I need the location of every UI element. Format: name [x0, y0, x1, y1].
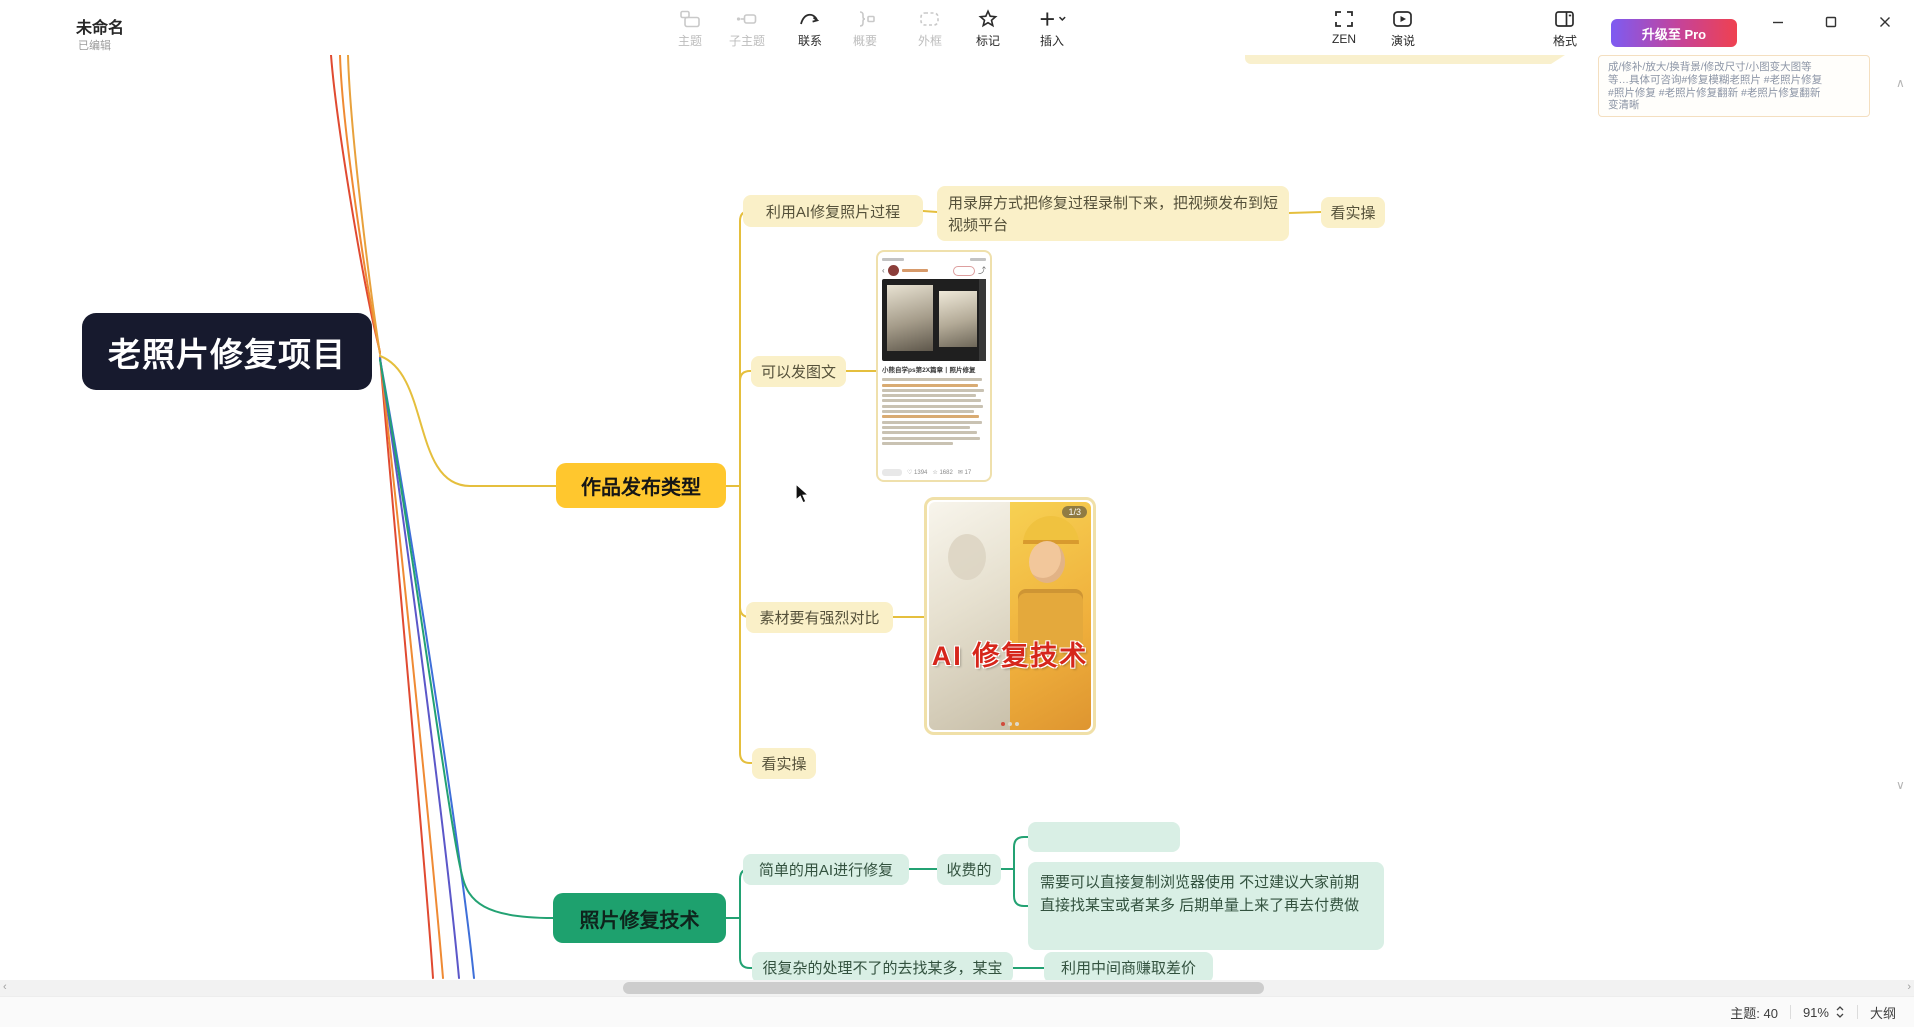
- attached-post-screenshot-image[interactable]: ‹ ⤴ 小熊自学ps第2X篇章丨照片修复 ♡ 1394 ☆ 1682 ✉ 17: [876, 250, 992, 482]
- follow-button: [953, 266, 975, 276]
- topic-middleman-node[interactable]: 利用中间商赚取差价: [1044, 952, 1213, 983]
- topic-advice-node[interactable]: 需要可以直接复制浏览器使用 不过建议大家前期直接找某宝或者某多 后期单量上来了再…: [1028, 862, 1384, 950]
- note-line: #照片修复 #老照片修复翻新 #老照片修复翻新: [1608, 87, 1860, 100]
- relationship-arrow-icon: [795, 7, 825, 30]
- toolbar-present-button[interactable]: 演说: [1374, 7, 1432, 49]
- editor-toolbar-strip: [979, 279, 986, 361]
- zoom-stepper-icon[interactable]: [1835, 1004, 1845, 1020]
- divider: [1857, 1005, 1858, 1019]
- horizontal-scrollbar[interactable]: ‹ ›: [0, 980, 1914, 996]
- status-bar: 主题: 40 91% 大纲: [0, 996, 1914, 1027]
- like-count: ♡ 1394: [907, 469, 927, 476]
- toolbar-relationship-button[interactable]: 联系: [781, 7, 839, 49]
- post-body-text: [882, 376, 986, 467]
- star-count: ☆ 1682: [932, 469, 952, 476]
- empty-topic-node[interactable]: [1028, 822, 1180, 852]
- title-bar: 未命名 已编辑 主题 子主题 联系: [0, 0, 1914, 55]
- upgrade-pro-button[interactable]: 升级至 Pro: [1611, 19, 1737, 47]
- zoom-level[interactable]: 91%: [1803, 1005, 1829, 1020]
- scroll-left-arrow[interactable]: ‹: [3, 981, 7, 993]
- toolbar-boundary-button[interactable]: 外框: [901, 7, 959, 49]
- insert-plus-icon: [1037, 7, 1067, 30]
- topic-simple-ai-node[interactable]: 简单的用AI进行修复: [743, 854, 909, 885]
- portrait-after: [939, 291, 977, 347]
- horizontal-scrollbar-thumb[interactable]: [623, 982, 1264, 994]
- topic-watch-demo-bottom-node[interactable]: 看实操: [752, 748, 816, 779]
- subtopic-icon: [732, 7, 762, 30]
- post-title: 小熊自学ps第2X篇章丨照片修复: [882, 364, 986, 374]
- topic-complex-outsource-node[interactable]: 很复杂的处理不了的去找某多，某宝: [752, 952, 1013, 983]
- post-header: ‹ ⤴: [882, 263, 986, 278]
- avatar: [888, 265, 899, 276]
- back-icon: ‹: [882, 266, 885, 275]
- scroll-down-arrow[interactable]: ∨: [1896, 778, 1905, 792]
- toolbar-subtopic-button[interactable]: 子主题: [718, 7, 776, 49]
- note-topic[interactable]: 成/修补/放大/换背景/修改尺寸/小图变大图等 等…具体可咨询#修复模糊老照片 …: [1598, 55, 1870, 117]
- scroll-right-arrow[interactable]: ›: [1907, 981, 1911, 993]
- phone-status-bar: [882, 256, 986, 263]
- document-title: 未命名: [76, 14, 124, 38]
- branch-repair-tech-node[interactable]: 照片修复技术: [553, 893, 726, 943]
- photo-after-half: [1010, 502, 1091, 730]
- minimize-button[interactable]: [1763, 10, 1793, 34]
- boundary-frame-icon: [915, 7, 945, 30]
- topic-contrast-node[interactable]: 素材要有强烈对比: [746, 602, 893, 633]
- branch-publish-type-node[interactable]: 作品发布类型: [556, 463, 726, 508]
- hat-shape: [1023, 516, 1079, 544]
- toolbar-topic-button[interactable]: 主题: [661, 7, 719, 49]
- topic-icon: [675, 7, 705, 30]
- topic-ai-process-node[interactable]: 利用AI修复照片过程: [743, 195, 923, 227]
- image-caption-text: AI 修复技术: [929, 634, 1091, 673]
- format-panel-icon: [1550, 7, 1580, 30]
- mouse-cursor: [795, 483, 813, 512]
- scroll-up-arrow[interactable]: ∧: [1896, 76, 1905, 90]
- post-engagement-bar: ♡ 1394 ☆ 1682 ✉ 17: [882, 467, 986, 478]
- zen-mode-icon: [1329, 7, 1359, 30]
- note-line: 等…具体可咨询#修复模糊老照片 #老照片修复: [1608, 74, 1860, 87]
- comment-input-pill: [882, 469, 902, 476]
- comment-count: ✉ 17: [958, 469, 971, 476]
- share-icon: ⤴: [978, 265, 986, 276]
- summary-brace-icon: [850, 7, 880, 30]
- toolbar-marker-button[interactable]: 标记: [959, 7, 1017, 49]
- faded-face-shape: [948, 534, 986, 580]
- username-bar: [902, 269, 928, 272]
- topic-record-screen-node[interactable]: 用录屏方式把修复过程录制下来，把视频发布到短视频平台: [937, 186, 1289, 241]
- topic-watch-demo-top-node[interactable]: 看实操: [1321, 197, 1385, 228]
- toolbar-zen-button[interactable]: ZEN: [1315, 7, 1373, 46]
- face-shape: [1029, 541, 1065, 583]
- outline-toggle[interactable]: 大纲: [1870, 1003, 1896, 1022]
- maximize-button[interactable]: [1816, 10, 1846, 34]
- close-button[interactable]: [1870, 10, 1900, 34]
- mindmap-app-window: 未命名 已编辑 主题 子主题 联系: [0, 0, 1914, 1027]
- carousel-badge: 1/3: [1062, 506, 1087, 518]
- note-line: 变清晰: [1608, 99, 1860, 112]
- star-marker-icon: [973, 7, 1003, 30]
- portrait-before: [887, 285, 933, 351]
- photo-before-half: [929, 502, 1010, 730]
- topic-count: 主题: 40: [1730, 1003, 1778, 1022]
- note-line: 成/修补/放大/换背景/修改尺寸/小图变大图等: [1608, 61, 1860, 74]
- central-topic-node[interactable]: 老照片修复项目: [82, 313, 372, 390]
- topic-paid-node[interactable]: 收费的: [937, 854, 1001, 885]
- document-save-status: 已编辑: [78, 37, 111, 53]
- clipped-topic-strip[interactable]: [1245, 55, 1565, 64]
- carousel-dots: [929, 722, 1091, 726]
- toolbar-format-button[interactable]: 格式: [1536, 7, 1594, 49]
- toolbar-insert-button[interactable]: 插入: [1023, 7, 1081, 49]
- topic-post-graphic-node[interactable]: 可以发图文: [751, 356, 846, 387]
- attached-ai-restore-image[interactable]: AI 修复技术 1/3: [924, 497, 1096, 735]
- toolbar-summary-button[interactable]: 概要: [836, 7, 894, 49]
- before-after-photos: [882, 279, 986, 361]
- divider: [1790, 1005, 1791, 1019]
- play-presentation-icon: [1388, 7, 1418, 30]
